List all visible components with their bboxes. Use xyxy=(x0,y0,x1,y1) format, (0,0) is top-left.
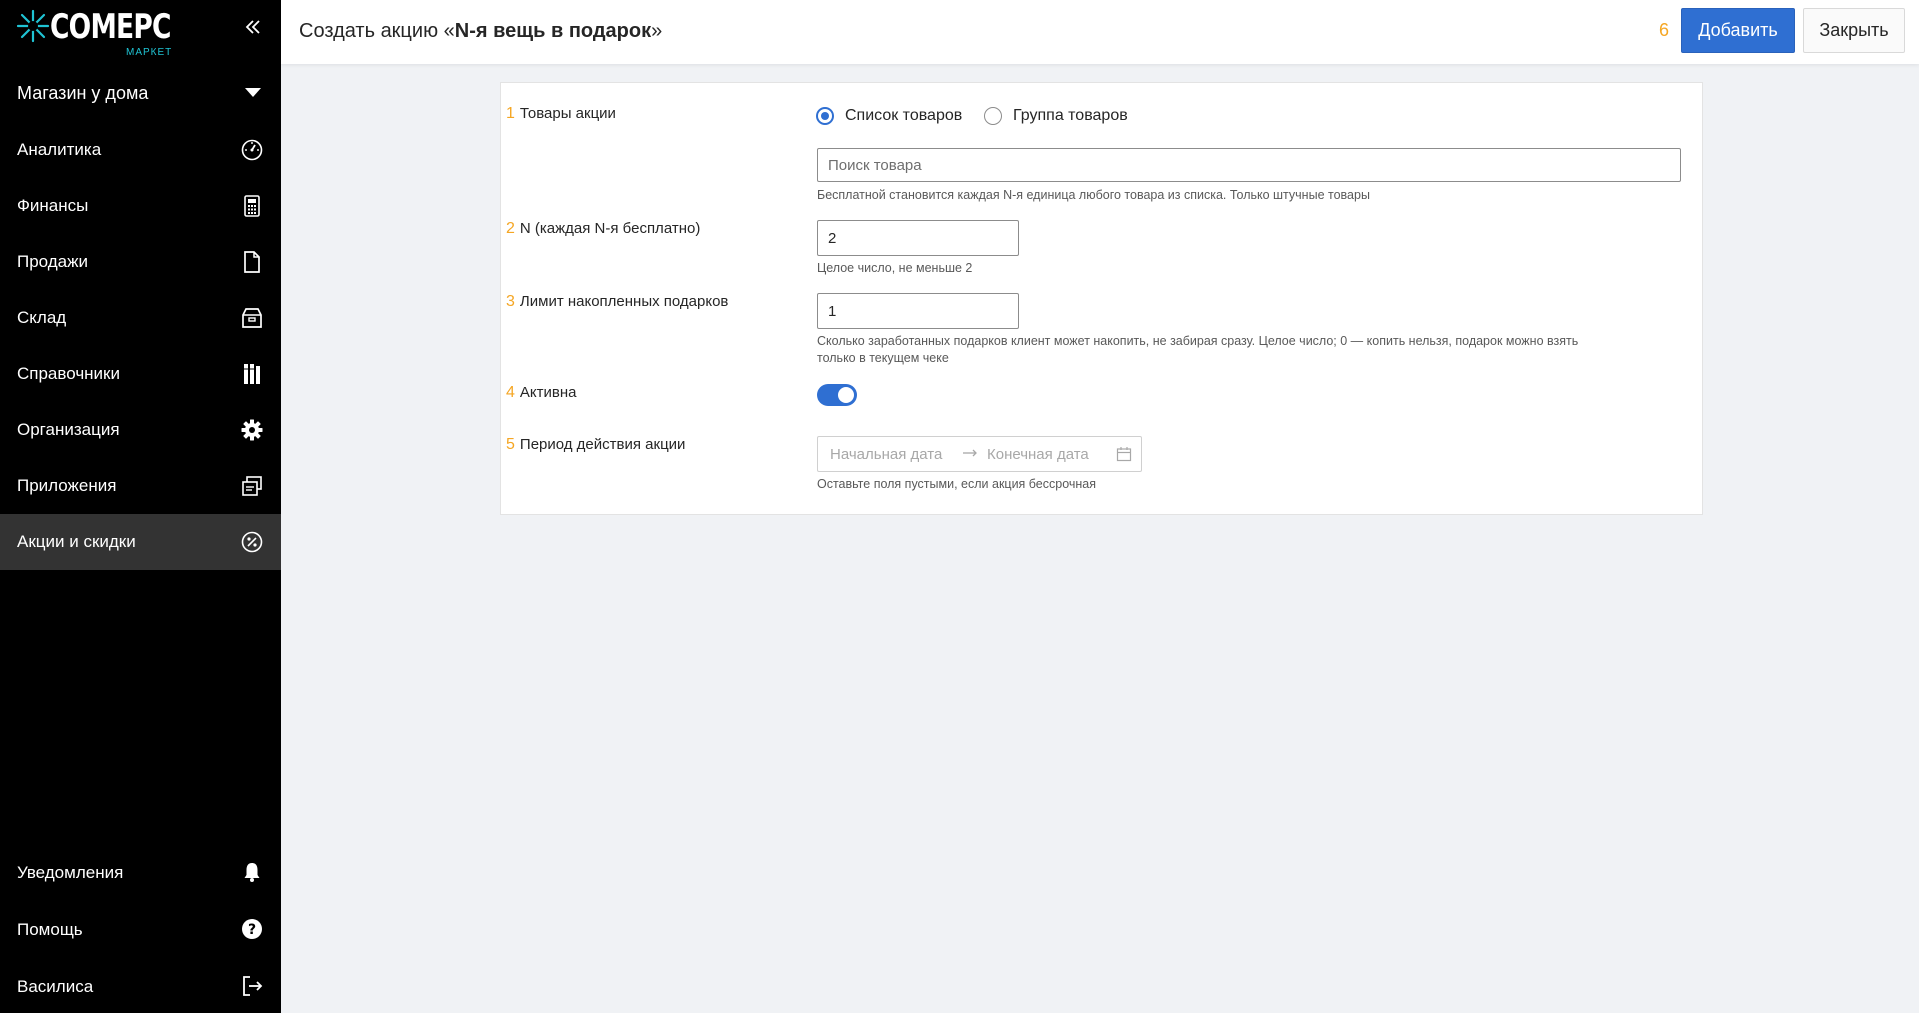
limit-label-text: Лимит накопленных подарков xyxy=(519,293,729,310)
sidebar: COMEPC МАРКЕТ Магазин у дома Аналитика Ф… xyxy=(0,0,281,1013)
limit-hint-line1: Сколько заработанных подарков клиент мож… xyxy=(817,334,1579,348)
radio-product-group[interactable]: Группа товаров xyxy=(984,107,1128,125)
calculator-icon xyxy=(240,194,264,218)
product-search-input[interactable]: Поиск товара xyxy=(817,148,1681,182)
svg-text:?: ? xyxy=(248,922,256,938)
step-number-4: 4 xyxy=(506,384,515,401)
period-label: 5 Период действия акции xyxy=(506,436,685,454)
double-chevron-left-icon xyxy=(245,20,260,34)
step-number-1: 1 xyxy=(506,105,515,122)
active-label-text: Активна xyxy=(519,384,577,401)
products-hint: Бесплатной становится каждая N-я единица… xyxy=(817,188,1370,202)
sidebar-item-analytics[interactable]: Аналитика xyxy=(0,122,281,178)
n-label: 2N (каждая N-я бесплатно) xyxy=(506,220,700,238)
period-hint: Оставьте поля пустыми, если акция бессро… xyxy=(817,477,1097,491)
dashboard-icon xyxy=(240,138,264,162)
page-header: Создать акцию «N-я вещь в подарок» 6 Доб… xyxy=(281,0,1919,64)
radio-product-group-label: Группа товаров xyxy=(1013,107,1128,124)
store-selector[interactable]: Магазин у дома xyxy=(0,70,281,116)
active-toggle[interactable] xyxy=(817,384,857,406)
sidebar-item-label: Приложения xyxy=(17,476,117,495)
limit-label: 3 Лимит накопленных подарков xyxy=(506,293,728,311)
sidebar-item-label: Продажи xyxy=(17,252,88,271)
sidebar-item-warehouse[interactable]: Склад xyxy=(0,290,281,346)
percent-icon xyxy=(240,530,264,554)
step-number-3: 3 xyxy=(506,293,515,310)
logo-burst-icon xyxy=(16,9,50,43)
promotion-form: 1 Товары акции Список товаров Группа това… xyxy=(500,82,1703,515)
step-number-5: 5 xyxy=(506,436,515,453)
sidebar-item-finance[interactable]: Финансы xyxy=(0,178,281,234)
radio-unchecked-icon xyxy=(984,107,1002,125)
sidebar-item-label: Склад xyxy=(17,308,67,327)
calendar-icon xyxy=(1116,446,1132,466)
page-title-promo-name: N-я вещь в подарок xyxy=(454,20,652,42)
sidebar-item-label: Уведомления xyxy=(17,862,124,882)
sidebar-item-references[interactable]: Справочники xyxy=(0,346,281,402)
apps-windows-icon xyxy=(240,474,264,498)
arrow-right-icon xyxy=(962,444,978,464)
sidebar-item-label: Помощь xyxy=(17,919,83,939)
products-label-text: Товары акции xyxy=(519,105,616,122)
sidebar-item-label: Василиса xyxy=(17,976,94,996)
sidebar-item-label: Финансы xyxy=(17,196,89,215)
end-date-input[interactable]: Конечная дата xyxy=(987,446,1089,463)
limit-hint-line2: только в текущем чеке xyxy=(817,351,949,365)
sidebar-item-sales[interactable]: Продажи xyxy=(0,234,281,290)
n-hint: Целое число, не меньше 2 xyxy=(817,261,973,275)
radio-product-list[interactable]: Список товаров xyxy=(816,107,962,125)
n-label-text: N (каждая N-я бесплатно) xyxy=(519,220,701,237)
collapse-sidebar-button[interactable] xyxy=(240,14,266,40)
sidebar-bottom-menu: Уведомления Помощь ? Василиса xyxy=(0,844,281,1013)
sidebar-item-label: Справочники xyxy=(17,364,120,383)
products-label: 1 Товары акции xyxy=(506,105,616,123)
sidebar-item-label: Аналитика xyxy=(17,140,102,159)
gift-limit-input[interactable]: 1 xyxy=(817,293,1019,329)
step-number-2: 2 xyxy=(506,220,515,237)
sidebar-item-notifications[interactable]: Уведомления xyxy=(0,844,281,901)
radio-product-list-label: Список товаров xyxy=(845,107,963,124)
sidebar-item-promotions[interactable]: Акции и скидки xyxy=(0,514,281,570)
sidebar-item-user[interactable]: Василиса xyxy=(0,958,281,1013)
page-title-prefix: Создать акцию « xyxy=(299,20,455,42)
bell-icon xyxy=(240,860,264,884)
date-range-picker[interactable]: Начальная дата Конечная дата xyxy=(817,436,1142,472)
logo-subtitle: МАРКЕТ xyxy=(126,47,173,58)
help-icon: ? xyxy=(240,917,264,941)
sidebar-item-label: Организация xyxy=(17,420,120,439)
sidebar-item-organization[interactable]: Организация xyxy=(0,402,281,458)
close-button[interactable]: Закрыть xyxy=(1803,8,1905,53)
add-button[interactable]: Добавить xyxy=(1681,8,1795,53)
page-title: Создать акцию «N-я вещь в подарок» xyxy=(299,20,662,43)
store-name: Магазин у дома xyxy=(17,82,149,103)
document-icon xyxy=(240,250,264,274)
books-icon xyxy=(240,362,264,386)
page-title-suffix: » xyxy=(651,20,663,42)
warehouse-box-icon xyxy=(240,306,264,330)
period-label-text: Период действия акции xyxy=(519,436,686,453)
step-number-6: 6 xyxy=(1659,20,1670,40)
radio-checked-icon xyxy=(816,107,834,125)
sidebar-item-help[interactable]: Помощь ? xyxy=(0,901,281,958)
sidebar-item-label: Акции и скидки xyxy=(17,532,136,551)
gear-icon xyxy=(240,418,264,442)
caret-down-icon xyxy=(245,88,261,97)
logout-icon xyxy=(240,974,264,998)
logo[interactable]: COMEPC МАРКЕТ xyxy=(16,7,176,58)
start-date-input[interactable]: Начальная дата xyxy=(830,446,942,463)
n-value-input[interactable]: 2 xyxy=(817,220,1019,256)
sidebar-menu: Аналитика Финансы Продажи Склад Справочн… xyxy=(0,122,281,570)
sidebar-item-apps[interactable]: Приложения xyxy=(0,458,281,514)
logo-text: COMEPC xyxy=(50,7,172,47)
active-label: 4 Активна xyxy=(506,384,577,402)
